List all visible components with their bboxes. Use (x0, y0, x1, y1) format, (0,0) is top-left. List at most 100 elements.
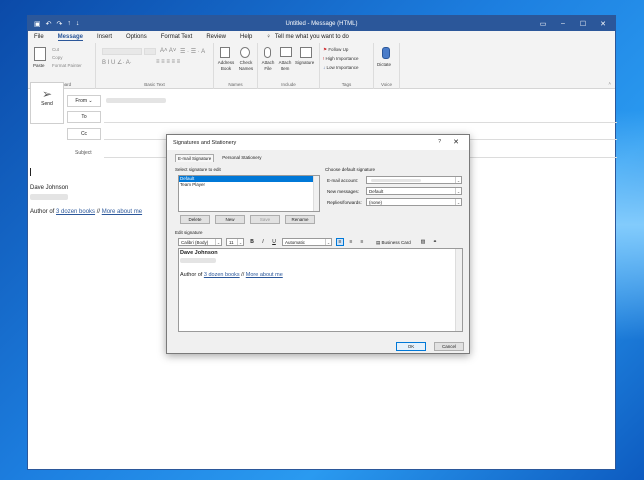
dictate-button[interactable]: Dictate (377, 62, 391, 67)
signature-list[interactable]: Default Team Player (178, 175, 320, 212)
format-painter-button[interactable]: Format Painter (52, 63, 82, 68)
down-arrow-icon[interactable]: ↓ (76, 20, 80, 27)
basic-text-group: A˄ A˅ ☰ · ☰ · A B I U ∠· A· ≡ ≡ ≡ ≡ ≡ Ba… (96, 43, 214, 89)
ok-button[interactable]: OK (396, 342, 426, 351)
align-left-icon[interactable]: ≡ (336, 238, 344, 246)
font-value: Calibri (Body) (181, 239, 209, 245)
font-size-box[interactable] (144, 48, 156, 55)
cc-button[interactable]: Cc (67, 128, 101, 140)
close-icon[interactable]: ✕ (593, 16, 613, 31)
menu-options[interactable]: Options (126, 34, 147, 40)
dialog-tabs: E-mail Signature Personal Stationery (175, 154, 264, 162)
bullets-icon[interactable]: ☰ · ☰ · A (180, 48, 205, 55)
signature-button[interactable]: Signature (295, 60, 314, 65)
signature-icon[interactable] (300, 47, 312, 58)
menu-insert[interactable]: Insert (97, 34, 112, 40)
list-item-team-player[interactable]: Team Player (179, 182, 319, 188)
address-book-button[interactable]: Address Book (217, 60, 235, 72)
body-separator: // (95, 209, 102, 215)
business-card-button[interactable]: ▤ Business Card (376, 240, 411, 246)
microphone-icon[interactable] (382, 47, 390, 59)
cut-button[interactable]: Cut (52, 47, 59, 52)
menu-format-text[interactable]: Format Text (161, 34, 193, 40)
from-button[interactable]: From ⌄ (67, 95, 101, 107)
select-signature-label: Select signature to edit (175, 167, 221, 172)
insert-hyperlink-icon[interactable]: ⚭ (431, 238, 439, 246)
align-center-icon[interactable]: ≡ (347, 238, 355, 246)
font-size-select[interactable]: 11 ⌄ (226, 238, 244, 246)
up-arrow-icon[interactable]: ↑ (67, 20, 71, 27)
send-button[interactable]: ➢ Send (30, 82, 64, 124)
body-signature-blurred-line (30, 194, 68, 200)
undo-icon[interactable]: ↶ (46, 20, 52, 28)
check-names-button[interactable]: Check Names (237, 60, 255, 72)
paste-button[interactable]: Paste (33, 63, 45, 68)
minimize-icon[interactable]: – (553, 16, 573, 31)
menu-review[interactable]: Review (206, 34, 226, 40)
font-name-box[interactable] (102, 48, 142, 55)
low-importance-button[interactable]: ↓ Low Importance (323, 65, 359, 70)
attach-item-button[interactable]: Attach Item (277, 60, 293, 72)
menu-file[interactable]: File (34, 34, 44, 40)
replies-select[interactable]: (none) ⌄ (366, 198, 462, 206)
new-button[interactable]: New (215, 215, 245, 224)
save-button[interactable]: Save (250, 215, 280, 224)
edit-signature-label: Edit signature (175, 230, 203, 235)
window-title: Untitled - Message (HTML) (285, 20, 358, 27)
save-icon[interactable]: ▣ (34, 20, 41, 28)
bold-italic-underline-icons[interactable]: B I U ∠· A· (102, 59, 132, 66)
color-select[interactable]: Automatic ⌄ (282, 238, 332, 246)
low-importance-label: Low Importance (326, 65, 359, 70)
dialog-close-icon[interactable]: ✕ (453, 138, 459, 146)
address-book-icon[interactable] (220, 47, 230, 58)
attach-file-button[interactable]: Attach File (260, 60, 276, 72)
redo-icon[interactable]: ↷ (57, 20, 63, 28)
chevron-down-icon: ⌄ (88, 98, 93, 104)
to-field[interactable] (104, 122, 617, 123)
tab-personal-stationery[interactable]: Personal Stationery (220, 154, 263, 162)
maximize-icon[interactable]: ☐ (573, 16, 593, 31)
tags-group: ⚑ Follow Up ! High Importance ↓ Low Impo… (320, 43, 374, 89)
grow-font-icon[interactable]: A˄ A˅ (160, 48, 176, 54)
font-select[interactable]: Calibri (Body) ⌄ (178, 238, 222, 246)
new-messages-select[interactable]: Default ⌄ (366, 187, 462, 195)
bold-button[interactable]: B (248, 238, 256, 246)
underline-button[interactable]: U (270, 238, 278, 246)
check-names-icon[interactable] (240, 47, 250, 58)
business-card-label: Business Card (381, 240, 411, 245)
exclamation-icon: ! (323, 56, 325, 61)
clipboard-icon[interactable] (34, 47, 46, 61)
tab-email-signature[interactable]: E-mail Signature (175, 154, 215, 162)
delete-button[interactable]: Delete (180, 215, 210, 224)
high-importance-label: High Importance (325, 56, 359, 61)
include-group: Attach File Attach Item Signature Includ… (258, 43, 320, 89)
help-icon[interactable]: ? (438, 139, 441, 145)
list-scrollbar[interactable] (313, 176, 319, 211)
collapse-ribbon-icon[interactable]: ˄ (608, 81, 611, 86)
editor-link-about[interactable]: More about me (246, 272, 283, 278)
copy-button[interactable]: Copy (52, 55, 63, 60)
cancel-button[interactable]: Cancel (434, 342, 464, 351)
signature-editor[interactable] (178, 248, 463, 332)
italic-button[interactable]: I (259, 238, 267, 246)
menu-help[interactable]: Help (240, 34, 252, 40)
align-right-icon[interactable]: ≡ (358, 238, 366, 246)
insert-picture-icon[interactable]: ▨ (419, 238, 427, 246)
email-account-select[interactable]: ⌄ (366, 176, 462, 184)
editor-scrollbar[interactable] (455, 249, 462, 331)
body-link-books[interactable]: 3 dozen books (56, 209, 95, 215)
dialog-title: Signatures and Stationery (173, 139, 237, 146)
menu-message[interactable]: Message (57, 34, 84, 41)
alignment-icons[interactable]: ≡ ≡ ≡ ≡ ≡ (156, 59, 180, 65)
tell-me-box[interactable]: Tell me what you want to do (275, 34, 349, 40)
body-link-about[interactable]: More about me (102, 209, 142, 215)
ribbon-display-icon[interactable]: ▭ (533, 16, 553, 31)
follow-up-button[interactable]: ⚑ Follow Up (323, 47, 348, 53)
envelope-icon[interactable] (280, 47, 292, 57)
include-group-label: Include (281, 82, 296, 87)
rename-button[interactable]: Rename (285, 215, 315, 224)
paperclip-icon[interactable] (264, 47, 271, 58)
high-importance-button[interactable]: ! High Importance (323, 56, 359, 61)
to-button[interactable]: To (67, 111, 101, 123)
editor-link-books[interactable]: 3 dozen books (204, 272, 240, 278)
